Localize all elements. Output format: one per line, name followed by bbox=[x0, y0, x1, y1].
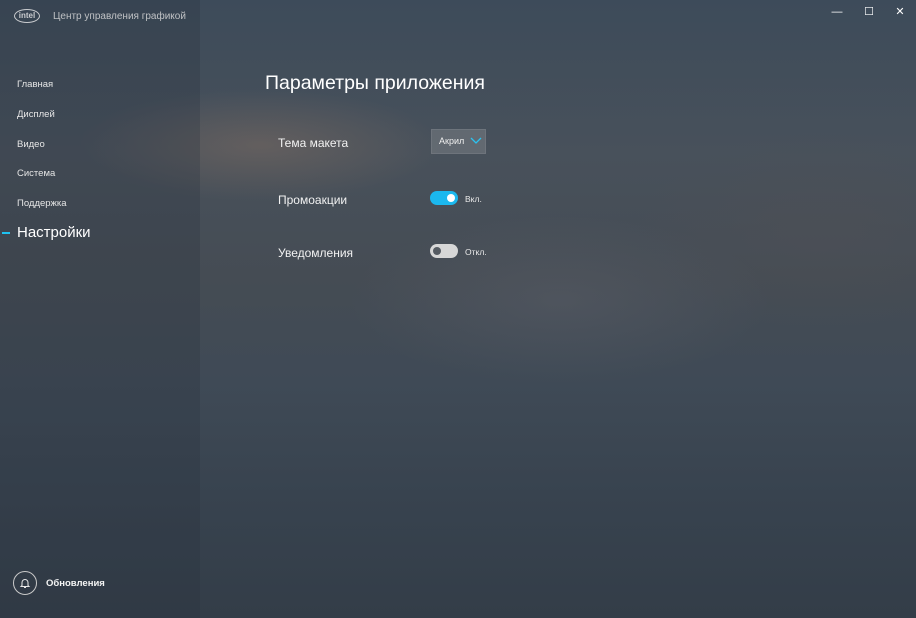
notifications-label: Уведомления bbox=[278, 246, 354, 260]
sidebar-item-video[interactable]: Видео bbox=[17, 139, 45, 150]
promo-toggle-knob bbox=[447, 194, 455, 202]
promo-label: Промоакции bbox=[278, 193, 348, 207]
page-title: Параметры приложения bbox=[265, 72, 485, 94]
sidebar-item-system[interactable]: Система bbox=[17, 168, 55, 179]
notifications-toggle-knob bbox=[433, 247, 441, 255]
promo-state: Вкл. bbox=[465, 194, 482, 204]
active-indicator bbox=[2, 232, 10, 234]
sidebar-item-display[interactable]: Дисплей bbox=[17, 109, 55, 120]
theme-dropdown[interactable]: Акрил bbox=[431, 129, 486, 154]
sidebar-item-home[interactable]: Главная bbox=[17, 79, 53, 90]
bell-icon bbox=[19, 579, 31, 588]
minimize-button[interactable]: — bbox=[825, 4, 849, 20]
maximize-button[interactable]: ☐ bbox=[857, 4, 881, 20]
theme-label: Тема макета bbox=[278, 136, 349, 150]
sidebar-item-support[interactable]: Поддержка bbox=[17, 198, 67, 209]
close-button[interactable]: ✕ bbox=[888, 4, 912, 20]
updates-label[interactable]: Обновления bbox=[46, 578, 105, 589]
sidebar-item-settings[interactable]: Настройки bbox=[17, 224, 91, 241]
promo-toggle[interactable] bbox=[430, 191, 458, 205]
notifications-state: Откл. bbox=[465, 247, 487, 257]
theme-dropdown-value: Акрил bbox=[439, 136, 465, 146]
notifications-toggle[interactable] bbox=[430, 244, 458, 258]
sidebar: Главная Дисплей Видео Система Поддержка … bbox=[0, 0, 200, 618]
updates-button[interactable] bbox=[13, 571, 37, 595]
chevron-down-icon bbox=[470, 137, 482, 144]
